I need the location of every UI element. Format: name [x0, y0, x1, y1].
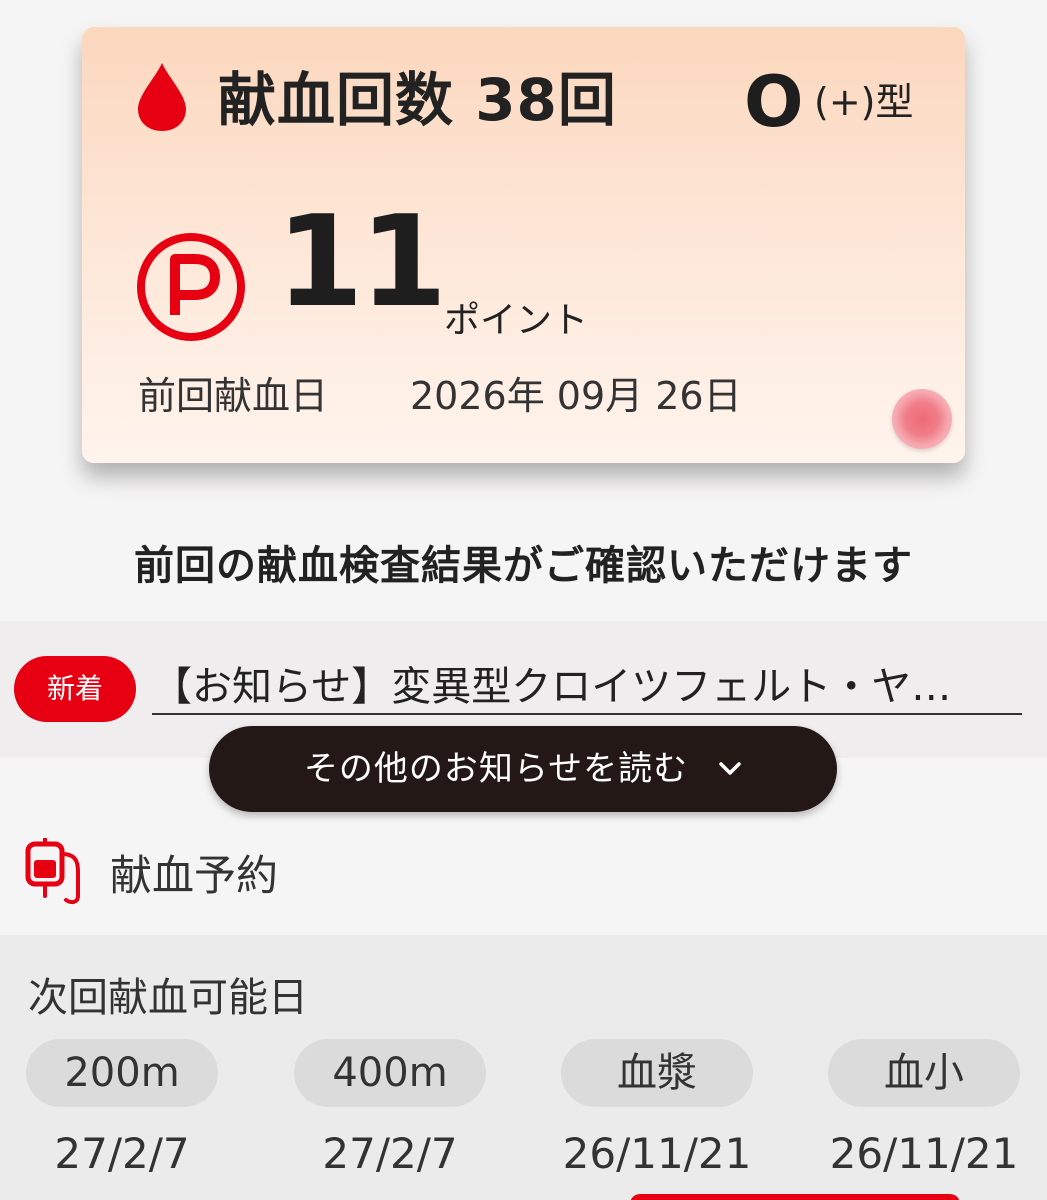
next-donation-title: 次回献血可能日 [28, 975, 308, 1021]
donation-type-date: 27/2/7 [322, 1129, 458, 1178]
pulse-dot-icon[interactable] [892, 389, 952, 449]
next-donation-panel: 次回献血可能日 200m 27/2/7 400m 27/2/7 血漿 26/11… [0, 935, 1047, 1200]
donation-type-pill: 血小 [828, 1039, 1020, 1107]
points-value: 11 [276, 188, 447, 335]
chevron-down-icon [719, 762, 741, 775]
new-badge: 新着 [14, 656, 136, 722]
donor-card[interactable]: 献血回数 38回 O (+)型 11 ポイント 前回献血日 2026年 09月 … [82, 27, 965, 463]
reserve-button-edge[interactable] [630, 1194, 960, 1200]
donation-type-pill: 血漿 [561, 1039, 753, 1107]
donation-type-400: 400m 27/2/7 [294, 1039, 486, 1179]
donation-type-date: 26/11/21 [829, 1129, 1019, 1178]
blood-bag-icon[interactable] [24, 838, 86, 908]
donation-type-plasma: 血漿 26/11/21 [561, 1039, 753, 1179]
news-headline-link[interactable]: 【お知らせ】変異型クロイツフェルト・ヤ… [152, 661, 1022, 715]
donation-type-pill: 400m [294, 1039, 486, 1107]
blood-drop-icon [138, 63, 186, 131]
donation-type-200: 200m 27/2/7 [26, 1039, 218, 1179]
more-news-button[interactable]: その他のお知らせを読む [209, 726, 837, 812]
reservation-label[interactable]: 献血予約 [110, 850, 278, 902]
donation-type-pill: 200m [26, 1039, 218, 1107]
blood-type: O [744, 61, 804, 143]
points-unit: ポイント [444, 300, 589, 341]
app-screen: 献血回数 38回 O (+)型 11 ポイント 前回献血日 2026年 09月 … [0, 0, 1047, 1200]
donation-type-date: 27/2/7 [54, 1129, 190, 1178]
donation-type-date: 26/11/21 [562, 1129, 752, 1178]
points-p-icon [137, 233, 245, 341]
test-results-link[interactable]: 前回の献血検査結果がご確認いただけます [0, 540, 1047, 592]
rh-type: (+)型 [814, 80, 914, 124]
donation-count: 献血回数 38回 [218, 66, 617, 134]
last-donation-label: 前回献血日 [138, 374, 329, 418]
more-news-label: その他のお知らせを読む [303, 749, 689, 789]
donation-type-platelet: 血小 26/11/21 [828, 1039, 1020, 1179]
last-donation-date: 2026年 09月 26日 [410, 374, 742, 418]
